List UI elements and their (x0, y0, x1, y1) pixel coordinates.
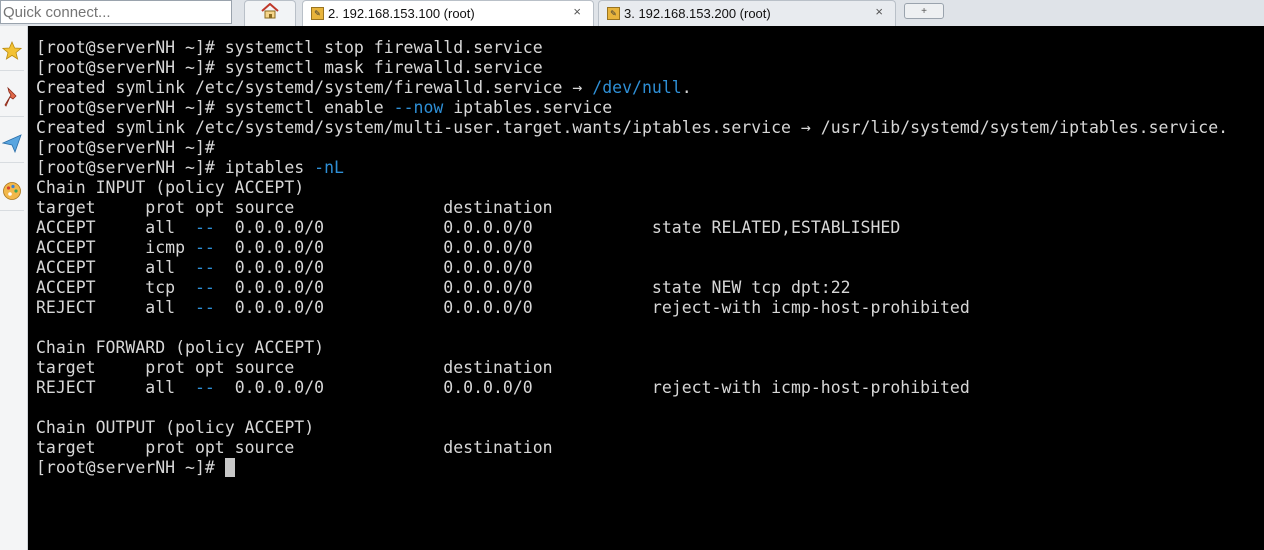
rule-opt: -- (194, 278, 215, 297)
terminal-line: Created symlink /etc/systemd/system/mult… (36, 118, 1228, 137)
terminal-line: Created symlink /etc/systemd/system/fire… (36, 78, 692, 97)
terminal-line: REJECT all -- 0.0.0.0/0 0.0.0.0/0 reject… (36, 298, 970, 317)
terminal-session-icon: ✎ (311, 7, 324, 20)
rule-target: ACCEPT icmp (36, 238, 195, 257)
add-icon: + (921, 5, 927, 17)
output-text: target prot opt source destination (36, 358, 553, 377)
new-tab-button[interactable]: + (904, 3, 944, 19)
shell-prompt: [root@serverNH ~]# (36, 38, 225, 57)
output-text: target prot opt source destination (36, 198, 553, 217)
terminal-line: Chain INPUT (policy ACCEPT) (36, 178, 304, 197)
terminal-session-icon: ✎ (607, 7, 620, 20)
terminal-line: target prot opt source destination (36, 198, 553, 217)
shell-prompt: [root@serverNH ~]# (36, 98, 225, 117)
rule-target: ACCEPT all (36, 258, 195, 277)
rule-details: 0.0.0.0/0 0.0.0.0/0 (214, 258, 652, 277)
sidebar-send[interactable] (0, 128, 24, 163)
left-sidebar (0, 26, 28, 550)
quick-connect-input[interactable] (0, 0, 232, 24)
terminal-line: [root@serverNH ~]# systemctl enable --no… (36, 98, 612, 117)
output-text: Created symlink /etc/systemd/system/fire… (36, 78, 593, 97)
close-icon[interactable]: × (573, 4, 581, 19)
command-option: -nL (314, 158, 344, 177)
terminal-line: target prot opt source destination (36, 358, 553, 377)
sidebar-favorites[interactable] (0, 36, 24, 71)
output-highlight: /dev/null (592, 78, 682, 97)
terminal-line: [root@serverNH ~]# iptables -nL (36, 158, 344, 177)
home-tab[interactable] (244, 0, 296, 26)
output-text: Created symlink /etc/systemd/system/mult… (36, 118, 1229, 137)
terminal-line: ACCEPT icmp -- 0.0.0.0/0 0.0.0.0/0 (36, 238, 652, 257)
shell-prompt: [root@serverNH ~]# (36, 158, 225, 177)
terminal-line: ACCEPT all -- 0.0.0.0/0 0.0.0.0/0 state … (36, 218, 900, 237)
pin-icon (2, 86, 22, 113)
output-text: . (681, 78, 692, 97)
rule-details: 0.0.0.0/0 0.0.0.0/0 state NEW tcp dpt:22 (214, 278, 851, 297)
tab-label: 3. 192.168.153.200 (root) (624, 6, 771, 21)
terminal-line: ACCEPT all -- 0.0.0.0/0 0.0.0.0/0 (36, 258, 652, 277)
shell-prompt: [root@serverNH ~]# (36, 138, 225, 157)
command-text: iptables.service (443, 98, 613, 117)
rule-opt: -- (194, 378, 215, 397)
close-icon[interactable]: × (875, 4, 883, 19)
terminal-line: [root@serverNH ~]# systemctl mask firewa… (36, 58, 543, 77)
shell-prompt: [root@serverNH ~]# (36, 458, 225, 477)
text-cursor (224, 458, 235, 477)
rule-target: ACCEPT all (36, 218, 195, 237)
rule-opt: -- (194, 298, 215, 317)
terminal-line: Chain OUTPUT (policy ACCEPT) (36, 418, 314, 437)
tab-session-3[interactable]: ✎ 3. 192.168.153.200 (root) × (598, 0, 896, 26)
rule-details: 0.0.0.0/0 0.0.0.0/0 state RELATED,ESTABL… (214, 218, 901, 237)
terminal-line: Chain FORWARD (policy ACCEPT) (36, 338, 324, 357)
command-text: iptables (224, 158, 315, 177)
sidebar-tools[interactable] (0, 82, 24, 117)
send-icon (1, 133, 22, 158)
rule-details: 0.0.0.0/0 0.0.0.0/0 reject-with icmp-hos… (214, 298, 970, 317)
command-text: systemctl stop firewalld.service (224, 38, 543, 57)
rule-target: REJECT all (36, 378, 195, 397)
output-text: Chain OUTPUT (policy ACCEPT) (36, 418, 315, 437)
command-text: systemctl mask firewalld.service (224, 58, 543, 77)
sidebar-theme[interactable] (0, 176, 24, 211)
terminal-output[interactable]: [root@serverNH ~]# systemctl stop firewa… (28, 26, 1264, 550)
palette-icon (2, 181, 22, 206)
rule-details: 0.0.0.0/0 0.0.0.0/0 (214, 238, 652, 257)
tab-session-2[interactable]: ✎ 2. 192.168.153.100 (root) × (302, 0, 594, 26)
rule-target: REJECT all (36, 298, 195, 317)
terminal-line: target prot opt source destination (36, 438, 553, 457)
rule-opt: -- (194, 218, 215, 237)
terminal-line: [root@serverNH ~]# (36, 458, 235, 477)
rule-target: ACCEPT tcp (36, 278, 195, 297)
terminal-line: REJECT all -- 0.0.0.0/0 0.0.0.0/0 reject… (36, 378, 970, 397)
command-text: systemctl enable (224, 98, 394, 117)
tab-label: 2. 192.168.153.100 (root) (328, 6, 475, 21)
rule-opt: -- (194, 238, 215, 257)
shell-prompt: [root@serverNH ~]# (36, 58, 225, 77)
output-text: Chain FORWARD (policy ACCEPT) (36, 338, 325, 357)
output-text: Chain INPUT (policy ACCEPT) (36, 178, 305, 197)
rule-opt: -- (194, 258, 215, 277)
star-icon (1, 40, 23, 66)
terminal-text: [root@serverNH ~]# systemctl stop firewa… (36, 38, 1228, 478)
terminal-line: ACCEPT tcp -- 0.0.0.0/0 0.0.0.0/0 state … (36, 278, 851, 297)
home-icon (261, 2, 279, 24)
terminal-line: [root@serverNH ~]# systemctl stop firewa… (36, 38, 543, 57)
rule-details: 0.0.0.0/0 0.0.0.0/0 reject-with icmp-hos… (214, 378, 970, 397)
output-text: target prot opt source destination (36, 438, 553, 457)
command-option: --now (393, 98, 444, 117)
session-tab-bar: ✎ 2. 192.168.153.100 (root) × ✎ 3. 192.1… (0, 0, 1264, 27)
terminal-line: [root@serverNH ~]# (36, 138, 225, 157)
